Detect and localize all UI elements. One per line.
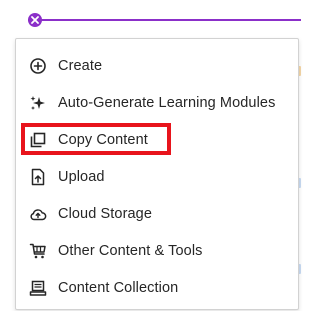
close-menu-button[interactable] [28,13,42,27]
menu-item-copy-content[interactable]: Copy Content [16,121,298,158]
menu-item-auto-generate-learning-modules[interactable]: Auto-Generate Learning Modules [16,84,298,121]
menu-item-label: Create [58,57,103,74]
content-collection-icon [29,279,47,297]
upload-file-icon [29,168,47,186]
page: Create Auto-Generate Learning Modules Co [0,0,301,311]
menu-item-create[interactable]: Create [16,47,298,84]
copy-icon [29,131,47,149]
close-x-icon [31,16,39,24]
menu-item-other-content-tools[interactable]: Other Content & Tools [16,232,298,269]
menu-item-upload[interactable]: Upload [16,158,298,195]
menu-item-label: Other Content & Tools [58,242,203,259]
add-content-line [28,19,301,21]
menu-item-label: Auto-Generate Learning Modules [58,94,276,111]
cloud-upload-icon [29,205,47,223]
sparkle-icon [29,94,47,112]
menu-item-label: Cloud Storage [58,205,152,222]
cart-tools-icon [29,242,47,260]
add-content-menu: Create Auto-Generate Learning Modules Co [15,38,299,310]
menu-item-cloud-storage[interactable]: Cloud Storage [16,195,298,232]
menu-item-label: Copy Content [58,131,148,148]
menu-item-label: Upload [58,168,105,185]
plus-circle-icon [29,57,47,75]
menu-item-label: Content Collection [58,279,179,296]
menu-item-content-collection[interactable]: Content Collection [16,269,298,306]
